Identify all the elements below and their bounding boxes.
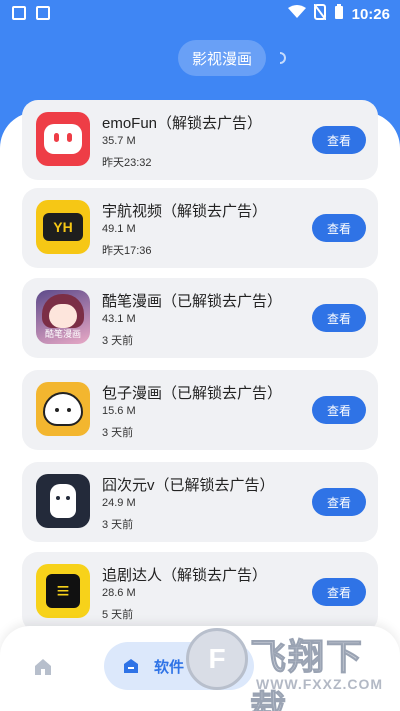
status-bar: 10:26 (0, 0, 400, 28)
app-size: 28.6 M (102, 587, 136, 599)
view-button[interactable]: 查看 (312, 304, 366, 332)
home-icon[interactable] (32, 656, 54, 678)
app-time: 3 天前 (102, 519, 134, 531)
app-screen: 10:26 影视漫画 emoFun（解锁去广告） 35.7 M 昨天23:32 … (0, 0, 400, 711)
app-size: 35.7 M (102, 135, 136, 147)
wifi-icon (287, 5, 306, 23)
list-item[interactable]: ≡ 追剧达人（解锁去广告） 28.6 M 5 天前 查看 (22, 552, 378, 632)
image-icon (12, 6, 26, 20)
list-item[interactable]: YH 宇航视频（解锁去广告） 49.1 M 昨天17:36 查看 (22, 188, 378, 268)
jiongciyuan-icon (36, 474, 90, 528)
apps-icon (122, 657, 140, 675)
app-size: 15.6 M (102, 405, 136, 417)
view-button[interactable]: 查看 (312, 126, 366, 154)
baozi-comic-icon (36, 382, 90, 436)
watermark-logo-icon: F (186, 628, 248, 690)
refresh-icon[interactable] (280, 52, 286, 64)
zhuiju-icon: ≡ (36, 564, 90, 618)
app-name: 追剧达人（解锁去广告） (102, 567, 268, 584)
app-time: 3 天前 (102, 427, 134, 439)
app-time: 昨天23:32 (102, 157, 152, 169)
nav-tab-label: 软件 (154, 658, 185, 676)
app-list-sheet: emoFun（解锁去广告） 35.7 M 昨天23:32 查看 YH 宇航视频（… (0, 100, 400, 711)
app-name: emoFun（解锁去广告） (102, 115, 263, 132)
watermark-text: 飞翔下载 (250, 636, 365, 711)
no-sim-icon (312, 3, 327, 24)
app-size: 43.1 M (102, 313, 136, 325)
status-time: 10:26 (351, 5, 390, 23)
app-size: 24.9 M (102, 497, 136, 509)
watermark-url: WWW.FXXZ.COM (256, 676, 384, 692)
view-button[interactable]: 查看 (312, 396, 366, 424)
app-time: 昨天17:36 (102, 245, 152, 257)
category-title[interactable]: 影视漫画 (178, 40, 266, 76)
list-item[interactable]: 囧次元v（已解锁去广告） 24.9 M 3 天前 查看 (22, 462, 378, 542)
list-item[interactable]: 包子漫画（已解锁去广告） 15.6 M 3 天前 查看 (22, 370, 378, 450)
view-button[interactable]: 查看 (312, 214, 366, 242)
emofun-icon (36, 112, 90, 166)
site-watermark: F 飞翔下载 WWW.FXXZ.COM (186, 624, 396, 711)
a-letter-icon (36, 6, 50, 20)
kubi-comic-icon: 酷笔漫画 (36, 290, 90, 344)
list-item[interactable]: emoFun（解锁去广告） 35.7 M 昨天23:32 查看 (22, 100, 378, 180)
app-size: 49.1 M (102, 223, 136, 235)
app-time: 3 天前 (102, 335, 134, 347)
view-button[interactable]: 查看 (312, 488, 366, 516)
app-name: 酷笔漫画（已解锁去广告） (102, 293, 283, 310)
view-button[interactable]: 查看 (312, 578, 366, 606)
app-time: 5 天前 (102, 609, 134, 621)
battery-icon (334, 4, 344, 24)
yh-tv-icon: YH (36, 200, 90, 254)
list-item[interactable]: 酷笔漫画 酷笔漫画（已解锁去广告） 43.1 M 3 天前 查看 (22, 278, 378, 358)
app-name: 囧次元v（已解锁去广告） (102, 477, 275, 494)
app-name: 宇航视频（解锁去广告） (102, 203, 268, 220)
app-name: 包子漫画（已解锁去广告） (102, 385, 283, 402)
